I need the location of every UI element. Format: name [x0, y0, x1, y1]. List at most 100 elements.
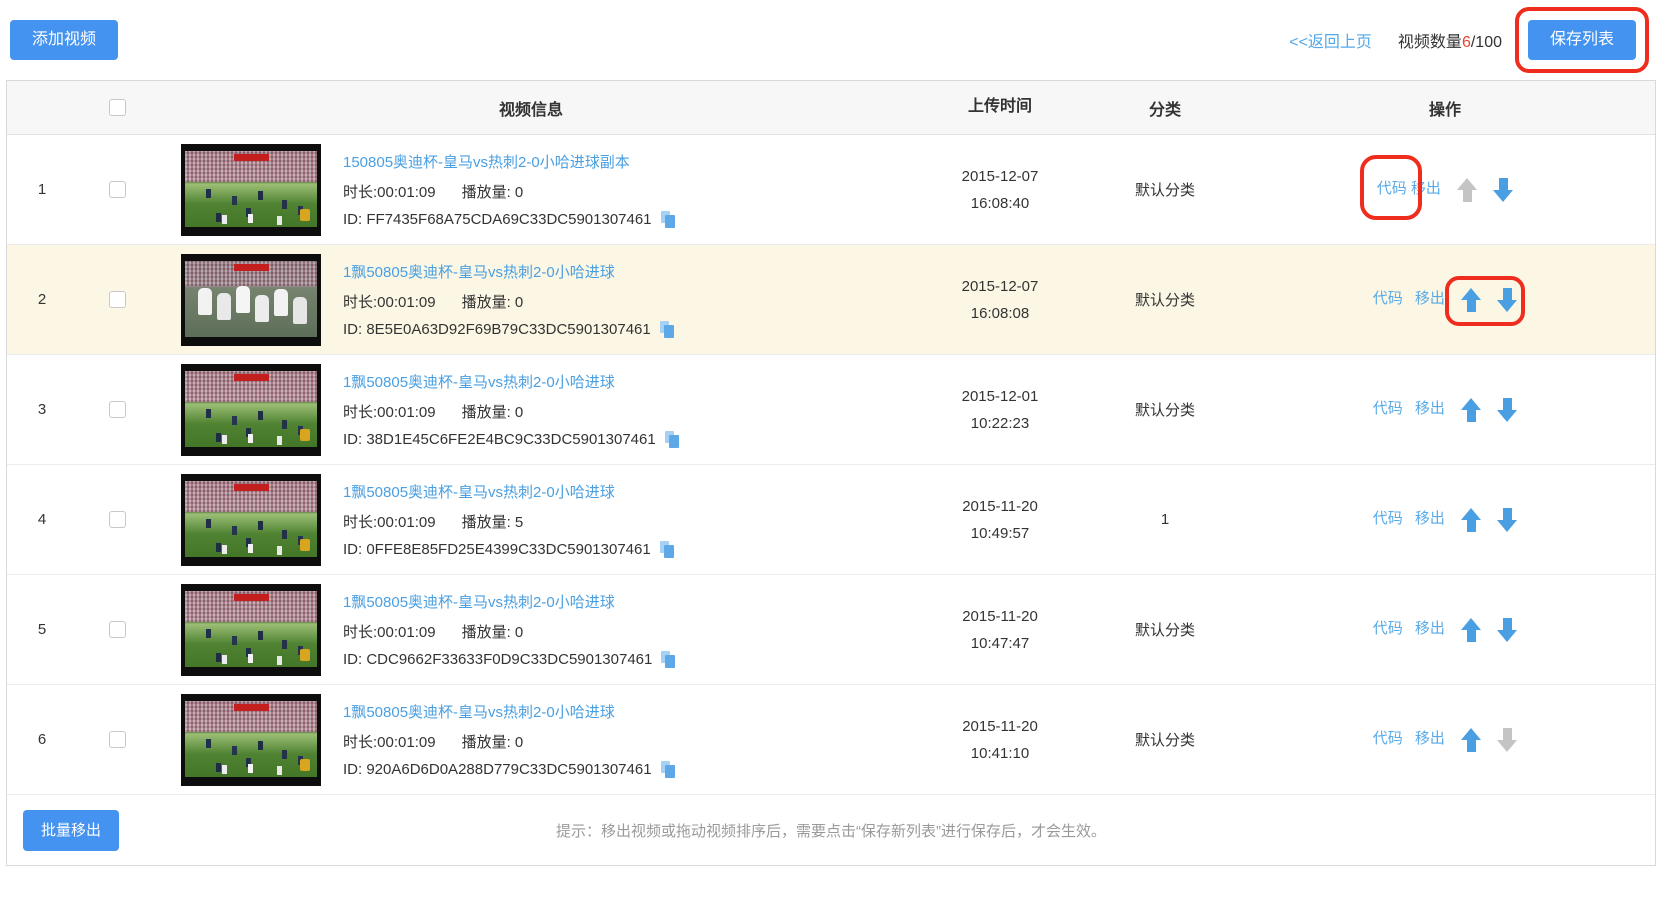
table-row: 3 1飘50805奥迪杯-皇马vs热刺2-0小哈进球 时长:00:01:09播放… — [7, 355, 1655, 465]
row-index: 4 — [7, 511, 77, 528]
code-link[interactable]: 代码 — [1373, 510, 1403, 527]
row-checkbox[interactable] — [109, 291, 126, 308]
move-up-arrow-icon[interactable] — [1461, 618, 1481, 642]
move-down-arrow-icon[interactable] — [1497, 618, 1517, 642]
video-title-link[interactable]: 1飘50805奥迪杯-皇马vs热刺2-0小哈进球 — [343, 591, 677, 612]
move-up-arrow-icon[interactable] — [1461, 508, 1481, 532]
table-row: 2 1飘50805奥迪杯-皇马vs热刺2-0小哈进球 时长:00:01:09 播放… — [7, 245, 1655, 355]
video-duration: 时长:00:01:09 — [343, 514, 436, 531]
video-id: ID: 920A6D6D0A288D779C33DC5901307461 — [343, 761, 652, 778]
video-title-link[interactable]: 1飘50805奥迪杯-皇马vs热刺2-0小哈进球 — [343, 261, 676, 282]
move-down-arrow-icon[interactable] — [1497, 398, 1517, 422]
video-thumbnail[interactable] — [181, 584, 321, 676]
video-count-total: /100 — [1471, 34, 1502, 51]
category: 默认分类 — [1095, 399, 1235, 420]
table-row: 6 1飘50805奥迪杯-皇马vs热刺2-0小哈进球 时长:00:01:09播放… — [7, 685, 1655, 795]
video-title-link[interactable]: 1飘50805奥迪杯-皇马vs热刺2-0小哈进球 — [343, 701, 677, 722]
code-link[interactable]: 代码 — [1373, 730, 1403, 747]
category: 默认分类 — [1095, 289, 1235, 310]
row-checkbox[interactable] — [109, 511, 126, 528]
copy-id-icon[interactable] — [661, 651, 677, 669]
add-video-button[interactable]: 添加视频 — [10, 20, 118, 60]
row-checkbox[interactable] — [109, 401, 126, 418]
remove-link[interactable]: 移出 — [1411, 180, 1441, 197]
video-plays: 播放量: 5 — [462, 514, 524, 531]
video-thumbnail[interactable] — [181, 144, 321, 236]
table-header-row: 视频信息 上传时间 分类 操作 — [7, 81, 1655, 135]
table-row: 4 1飘50805奥迪杯-皇马vs热刺2-0小哈进球 时长:00:01:09 播放… — [7, 465, 1655, 575]
video-duration: 时长:00:01:09 — [343, 624, 436, 641]
video-id: ID: 8E5E0A63D92F69B79C33DC5901307461 — [343, 321, 651, 338]
move-up-arrow-icon[interactable] — [1461, 398, 1481, 422]
row-checkbox[interactable] — [109, 731, 126, 748]
video-duration: 时长:00:01:09 — [343, 404, 436, 421]
header-actions: 操作 — [1235, 96, 1655, 120]
video-id: ID: FF7435F68A75CDA69C33DC5901307461 — [343, 211, 652, 228]
row-checkbox[interactable] — [109, 621, 126, 638]
video-plays: 播放量: 0 — [462, 734, 524, 751]
copy-id-icon[interactable] — [660, 321, 676, 339]
row-index: 2 — [7, 291, 77, 308]
table-footer: 提示：移出视频或拖动视频排序后，需要点击“保存新列表”进行保存后，才会生效。 批… — [7, 795, 1655, 865]
upload-time: 2015-11-2010:49:57 — [905, 493, 1095, 547]
header-video-info: 视频信息 — [157, 96, 905, 120]
video-plays: 播放量: 0 — [462, 294, 524, 311]
code-link[interactable]: 代码 — [1373, 290, 1403, 307]
copy-id-icon[interactable] — [660, 541, 676, 559]
category: 默认分类 — [1095, 729, 1235, 750]
code-link[interactable]: 代码 — [1373, 400, 1403, 417]
move-up-arrow-icon[interactable] — [1461, 288, 1481, 312]
video-thumbnail[interactable] — [181, 364, 321, 456]
video-duration: 时长:00:01:09 — [343, 184, 436, 201]
header-category: 分类 — [1095, 96, 1235, 120]
video-title-link[interactable]: 1飘50805奥迪杯-皇马vs热刺2-0小哈进球 — [343, 481, 676, 502]
header-upload-time: 上传时间 — [905, 93, 1095, 122]
video-thumbnail[interactable] — [181, 254, 321, 346]
upload-time: 2015-12-0716:08:40 — [905, 163, 1095, 217]
remove-link[interactable]: 移出 — [1415, 620, 1445, 637]
copy-id-icon[interactable] — [661, 761, 677, 779]
remove-link[interactable]: 移出 — [1415, 730, 1445, 747]
row-index: 5 — [7, 621, 77, 638]
batch-remove-button[interactable]: 批量移出 — [23, 810, 119, 851]
video-plays: 播放量: 0 — [462, 184, 524, 201]
move-up-arrow-icon[interactable] — [1461, 728, 1481, 752]
video-thumbnail[interactable] — [181, 474, 321, 566]
move-up-arrow-icon — [1457, 178, 1477, 202]
video-title-link[interactable]: 150805奥迪杯-皇马vs热刺2-0小哈进球副本 — [343, 151, 677, 172]
video-count-label: 视频数量 — [1398, 34, 1462, 51]
upload-time: 2015-12-0716:08:08 — [905, 273, 1095, 327]
video-plays: 播放量: 0 — [462, 624, 524, 641]
save-list-button[interactable]: 保存列表 — [1528, 20, 1636, 60]
toolbar-right: <<返回上页 视频数量6/100 保存列表 — [1289, 20, 1636, 60]
video-duration: 时长:00:01:09 — [343, 294, 436, 311]
remove-link[interactable]: 移出 — [1415, 290, 1445, 307]
upload-time: 2015-11-2010:47:47 — [905, 603, 1095, 657]
row-index: 1 — [7, 181, 77, 198]
video-count: 视频数量6/100 — [1398, 28, 1502, 52]
table-row: 1 150805奥迪杯-皇马vs热刺2-0小哈进球副本 时长:00:01:09 播… — [7, 135, 1655, 245]
category: 默认分类 — [1095, 619, 1235, 640]
video-id: ID: CDC9662F33633F0D9C33DC5901307461 — [343, 651, 652, 668]
header-checkbox-cell — [77, 99, 157, 117]
remove-link[interactable]: 移出 — [1415, 400, 1445, 417]
video-id: ID: 0FFE8E85FD25E4399C33DC5901307461 — [343, 541, 651, 558]
video-thumbnail[interactable] — [181, 694, 321, 786]
move-down-arrow-icon[interactable] — [1493, 178, 1513, 202]
move-down-arrow-icon[interactable] — [1497, 508, 1517, 532]
remove-link[interactable]: 移出 — [1415, 510, 1445, 527]
back-to-previous-link[interactable]: <<返回上页 — [1289, 28, 1372, 52]
toolbar: 添加视频 <<返回上页 视频数量6/100 保存列表 — [0, 0, 1662, 80]
row-index: 3 — [7, 401, 77, 418]
upload-time: 2015-12-0110:22:23 — [905, 383, 1095, 437]
copy-id-icon[interactable] — [661, 211, 677, 229]
move-down-arrow-icon[interactable] — [1497, 288, 1517, 312]
row-checkbox[interactable] — [109, 181, 126, 198]
copy-id-icon[interactable] — [665, 431, 681, 449]
code-link[interactable]: 代码 — [1373, 620, 1403, 637]
select-all-checkbox[interactable] — [109, 99, 126, 116]
video-title-link[interactable]: 1飘50805奥迪杯-皇马vs热刺2-0小哈进球 — [343, 371, 681, 392]
video-count-current: 6 — [1462, 34, 1471, 51]
video-duration: 时长:00:01:09 — [343, 734, 436, 751]
code-link[interactable]: 代码 — [1377, 180, 1407, 197]
